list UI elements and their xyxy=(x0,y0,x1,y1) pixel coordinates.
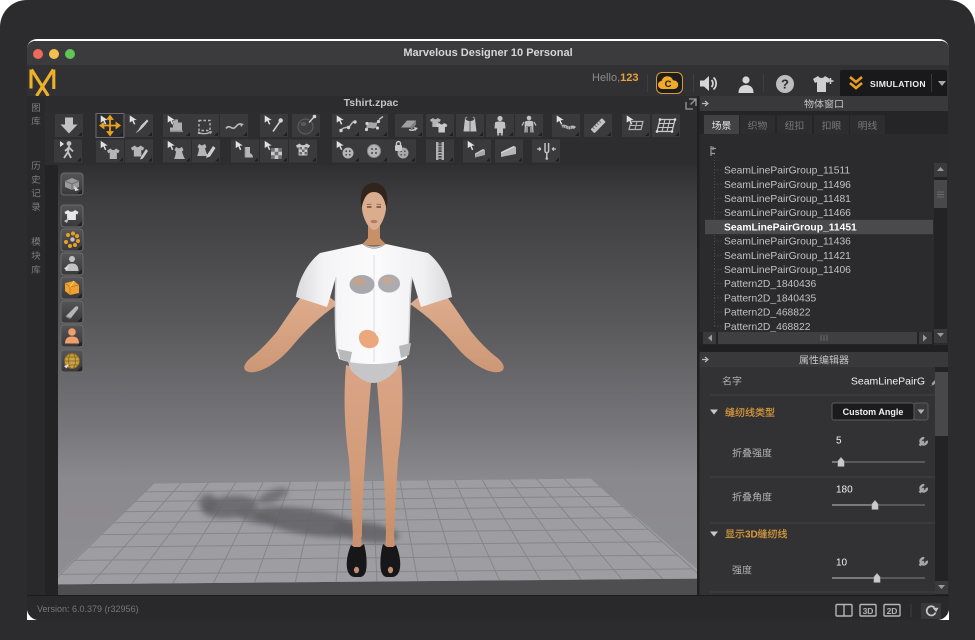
svg-text:Custom Angle: Custom Angle xyxy=(843,407,904,417)
svg-text:SeamLinePairGroup_11451: SeamLinePairGroup_11451 xyxy=(724,222,857,233)
svg-text:SeamLinePairGroup_11511: SeamLinePairGroup_11511 xyxy=(724,166,850,177)
svg-text:2D: 2D xyxy=(887,606,898,616)
svg-text:?: ? xyxy=(781,77,789,92)
svg-text:SeamLinePairGroup_11406: SeamLinePairGroup_11406 xyxy=(724,265,851,276)
svg-text:Pattern2D_468822: Pattern2D_468822 xyxy=(724,308,811,319)
svg-text:10: 10 xyxy=(836,558,848,569)
svg-text:SeamLinePairG: SeamLinePairG xyxy=(851,376,925,388)
svg-text:SeamLinePairGroup_11481: SeamLinePairGroup_11481 xyxy=(724,194,851,205)
svg-text:SeamLinePairGroup_11466: SeamLinePairGroup_11466 xyxy=(724,208,851,219)
svg-text:3D: 3D xyxy=(863,606,874,616)
svg-text:5: 5 xyxy=(836,436,842,447)
svg-text:SeamLinePairGroup_11421: SeamLinePairGroup_11421 xyxy=(724,251,851,262)
svg-text:Pattern2D_1840436: Pattern2D_1840436 xyxy=(724,279,816,290)
svg-text:C: C xyxy=(665,79,672,90)
svg-text:SeamLinePairGroup_11496: SeamLinePairGroup_11496 xyxy=(724,180,851,191)
svg-text:3D: 3D xyxy=(745,530,758,541)
svg-text:180: 180 xyxy=(836,485,853,496)
svg-text:SeamLinePairGroup_11436: SeamLinePairGroup_11436 xyxy=(724,237,851,248)
svg-text:Pattern2D_1840435: Pattern2D_1840435 xyxy=(724,293,816,304)
svg-text:Pattern2D_468822: Pattern2D_468822 xyxy=(724,322,811,333)
